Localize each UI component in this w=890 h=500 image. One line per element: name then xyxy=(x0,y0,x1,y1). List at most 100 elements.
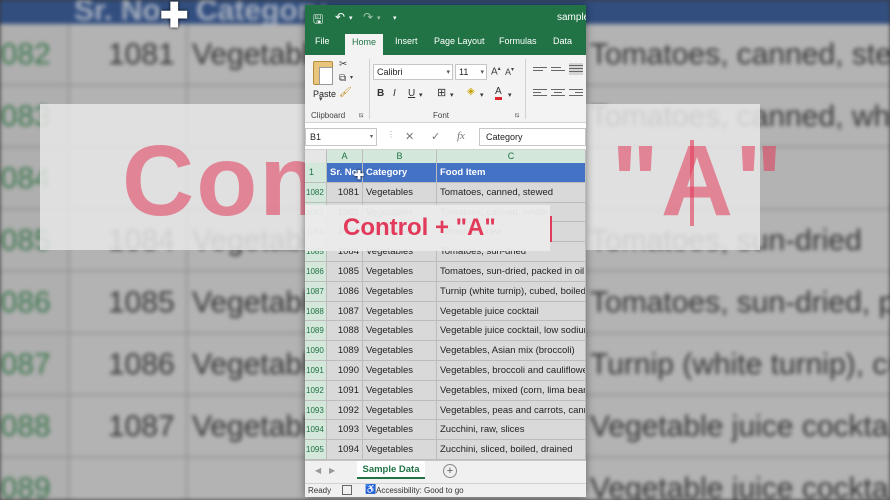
increase-font-size-icon[interactable]: A▴ xyxy=(491,65,501,77)
borders-icon[interactable]: ⊞ xyxy=(437,86,446,99)
underline-dropdown-icon[interactable]: ▾ xyxy=(419,91,423,99)
row-header[interactable]: 1090 xyxy=(305,341,327,361)
cell-srno[interactable]: 1081 xyxy=(327,182,363,203)
cell-category[interactable]: Vegetables xyxy=(363,440,437,460)
align-right-icon[interactable] xyxy=(569,87,583,99)
row-header[interactable]: 1087 xyxy=(305,281,327,302)
column-header-b[interactable]: B xyxy=(363,150,437,163)
cell-category[interactable]: Vegetables xyxy=(363,361,437,381)
cell-food-item[interactable]: Tomatoes, canned, stewed xyxy=(437,182,586,203)
cell-srno[interactable]: 1088 xyxy=(327,321,363,342)
decrease-font-size-icon[interactable]: A▾ xyxy=(505,66,514,77)
clipboard-dialog-launcher-icon[interactable]: ⧅ xyxy=(359,112,363,120)
font-color-dropdown-icon[interactable]: ▾ xyxy=(508,91,512,99)
cell-category[interactable]: Vegetables xyxy=(363,420,437,441)
cell-srno[interactable]: 1093 xyxy=(327,420,363,441)
cell-srno[interactable]: 1085 xyxy=(327,262,363,282)
paste-dropdown-icon[interactable]: ▾ xyxy=(319,95,323,103)
cell-category[interactable]: Vegetables xyxy=(363,341,437,361)
cell-food-item[interactable]: Vegetables, mixed (corn, lima beans) xyxy=(437,380,586,401)
row-header[interactable]: 1082 xyxy=(305,182,327,203)
cell-food-item[interactable]: Vegetables, broccoli and cauliflower xyxy=(437,361,586,381)
cell-category[interactable]: Vegetables xyxy=(363,182,437,203)
cell-food-item[interactable]: Vegetables, Asian mix (broccoli) xyxy=(437,341,586,361)
formula-input[interactable]: Category xyxy=(479,128,586,146)
row-header[interactable]: 1094 xyxy=(305,420,327,441)
row-header-1[interactable]: 1 xyxy=(305,163,327,183)
cell-category[interactable]: Vegetables xyxy=(363,262,437,282)
cell-food-item[interactable]: Tomatoes, sun-dried, packed in oil xyxy=(437,262,586,282)
cell-food-item[interactable]: Vegetable juice cocktail, low sodium xyxy=(437,321,586,342)
cell-food-item[interactable]: Turnip (white turnip), cubed, boiled xyxy=(437,281,586,302)
paste-button[interactable]: Paste xyxy=(309,59,337,103)
cell-srno[interactable]: 1090 xyxy=(327,361,363,381)
font-size-select[interactable]: 11 ▾ xyxy=(455,64,487,80)
cell-category[interactable]: Vegetables xyxy=(363,400,437,421)
cancel-entry-icon[interactable]: ✕ xyxy=(405,130,414,143)
cell-srno[interactable]: 1086 xyxy=(327,281,363,302)
row-header[interactable]: 1091 xyxy=(305,361,327,381)
align-bottom-icon[interactable] xyxy=(569,63,583,75)
cell-category[interactable]: Vegetables xyxy=(363,380,437,401)
tab-formulas[interactable]: Formulas xyxy=(499,36,537,46)
accessibility-icon[interactable]: ♿ xyxy=(365,484,376,495)
borders-dropdown-icon[interactable]: ▾ xyxy=(450,91,454,99)
insert-function-icon[interactable]: fx xyxy=(457,130,465,142)
fill-color-icon[interactable]: ◈ xyxy=(467,86,475,97)
header-cell-category[interactable]: Category xyxy=(363,163,437,183)
fill-color-dropdown-icon[interactable]: ▾ xyxy=(480,91,484,99)
cell-food-item[interactable]: Vegetables, peas and carrots, canned xyxy=(437,400,586,421)
align-middle-icon[interactable] xyxy=(551,65,565,77)
format-painter-icon[interactable]: 🖌 xyxy=(339,87,352,98)
align-center-icon[interactable] xyxy=(551,87,565,99)
font-color-icon[interactable]: A xyxy=(495,86,502,100)
cell-srno[interactable]: 1087 xyxy=(327,301,363,322)
row-header[interactable]: 1093 xyxy=(305,400,327,421)
customize-toolbar-icon[interactable]: ▾ xyxy=(393,14,397,22)
tab-file[interactable]: File xyxy=(315,36,330,46)
cell-category[interactable]: Vegetables xyxy=(363,321,437,342)
tab-page-layout[interactable]: Page Layout xyxy=(434,36,485,46)
cell-srno[interactable]: 1092 xyxy=(327,400,363,421)
align-top-icon[interactable] xyxy=(533,65,547,77)
cell-srno[interactable]: 1091 xyxy=(327,380,363,401)
tab-home[interactable]: Home xyxy=(345,34,384,55)
confirm-entry-icon[interactable]: ✓ xyxy=(431,130,440,143)
undo-icon[interactable]: ↶ xyxy=(335,10,345,24)
underline-button[interactable]: U xyxy=(408,88,415,99)
row-header[interactable]: 1088 xyxy=(305,301,327,322)
header-cell-food-item[interactable]: Food Item xyxy=(437,163,586,183)
row-header[interactable]: 1086 xyxy=(305,262,327,282)
cell-food-item[interactable]: Zucchini, raw, slices xyxy=(437,420,586,441)
cell-category[interactable]: Vegetables xyxy=(363,281,437,302)
save-icon[interactable]: 🖫 xyxy=(313,10,323,31)
scroll-sheets-left-icon[interactable]: ◀ xyxy=(315,466,321,475)
bold-button[interactable]: B xyxy=(377,88,384,99)
tab-insert[interactable]: Insert xyxy=(395,36,418,46)
align-left-icon[interactable] xyxy=(533,87,547,99)
column-header-c[interactable]: C xyxy=(437,150,586,163)
italic-button[interactable]: I xyxy=(393,88,396,99)
cell-food-item[interactable]: Zucchini, sliced, boiled, drained xyxy=(437,440,586,460)
row-header[interactable]: 1092 xyxy=(305,380,327,401)
row-header[interactable]: 1095 xyxy=(305,440,327,460)
column-header-a[interactable]: A xyxy=(327,150,363,163)
cell-food-item[interactable]: Vegetable juice cocktail xyxy=(437,301,586,322)
font-dialog-launcher-icon[interactable]: ⧅ xyxy=(515,112,519,120)
cell-srno[interactable]: 1089 xyxy=(327,341,363,361)
accessibility-status[interactable]: Accessibility: Good to go xyxy=(376,486,464,495)
sheet-tab-sample-data[interactable]: Sample Data xyxy=(357,461,425,479)
tab-data[interactable]: Data xyxy=(553,36,572,46)
cell-category[interactable]: Vegetables xyxy=(363,301,437,322)
undo-dropdown-icon[interactable]: ▾ xyxy=(349,14,353,22)
redo-dropdown-icon[interactable]: ▾ xyxy=(377,14,381,22)
name-box[interactable]: B1 ▾ xyxy=(305,128,377,146)
copy-icon[interactable]: ⧉ xyxy=(339,73,346,84)
cell-srno[interactable]: 1094 xyxy=(327,440,363,460)
row-header[interactable]: 1089 xyxy=(305,321,327,342)
scroll-sheets-right-icon[interactable]: ▶ xyxy=(329,466,335,475)
cut-icon[interactable]: ✂ xyxy=(339,59,347,70)
redo-icon[interactable]: ↷ xyxy=(363,10,373,24)
select-all-corner[interactable] xyxy=(305,150,327,163)
copy-dropdown-icon[interactable]: ▾ xyxy=(350,74,353,81)
